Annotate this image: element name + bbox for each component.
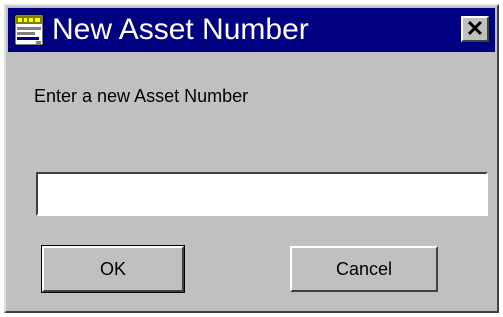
app-icon [14, 14, 44, 46]
ok-button[interactable]: OK [41, 245, 185, 293]
dialog-title: New Asset Number [52, 13, 309, 46]
cancel-button[interactable]: Cancel [290, 246, 438, 292]
prompt-label: Enter a new Asset Number [34, 86, 249, 106]
close-button[interactable]: ✕ [461, 16, 489, 42]
close-icon: ✕ [465, 16, 485, 41]
asset-number-dialog: New Asset Number ✕ Enter a new Asset Num… [4, 4, 499, 313]
asset-number-input[interactable] [36, 172, 488, 216]
title-bar[interactable]: New Asset Number ✕ [8, 8, 495, 52]
